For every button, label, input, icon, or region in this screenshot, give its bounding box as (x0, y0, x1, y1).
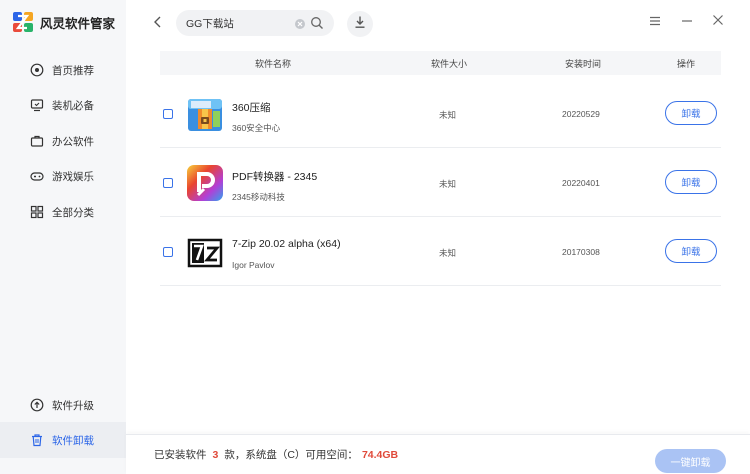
column-header-name: 软件名称 (255, 59, 292, 69)
sidebar-item-games[interactable]: 游戏娱乐 (0, 158, 126, 194)
back-button[interactable] (150, 14, 166, 34)
close-icon (712, 13, 724, 31)
app-publisher: Igor Pavlov (232, 260, 275, 270)
sidebar-item-upgrade[interactable]: 软件升级 (0, 387, 126, 423)
grid-icon (30, 205, 44, 219)
sidebar-item-essentials[interactable]: 装机必备 (0, 87, 126, 123)
app-publisher: 360安全中心 (232, 123, 281, 133)
sidebar-item-label: 软件卸载 (52, 434, 94, 447)
app-size: 未知 (439, 179, 457, 189)
app-name: 7-Zip 20.02 alpha (x64) (232, 238, 341, 250)
sidebar-item-all-categories[interactable]: 全部分类 (0, 194, 126, 230)
close-button[interactable] (711, 15, 725, 29)
column-header-date: 安装时间 (565, 59, 602, 69)
column-header-action: 操作 (677, 59, 696, 69)
column-header-size: 软件大小 (431, 59, 468, 69)
table-row: PDF转换器 - 2345 2345移动科技 未知 20220401 卸载 (160, 149, 721, 217)
uninstall-all-button[interactable]: 一键卸载 (655, 449, 726, 473)
briefcase-icon (30, 134, 44, 148)
chevron-left-icon (153, 15, 163, 33)
sidebar-item-label: 装机必备 (52, 99, 94, 112)
sidebar-item-label: 首页推荐 (52, 64, 94, 77)
uninstall-button[interactable]: 卸载 (665, 101, 717, 125)
search-icon[interactable] (310, 16, 324, 30)
clear-icon[interactable] (294, 17, 306, 29)
360zip-app-icon (186, 95, 224, 133)
uninstall-button[interactable]: 卸载 (665, 170, 717, 194)
sidebar-item-office[interactable]: 办公软件 (0, 123, 126, 159)
trash-icon (30, 433, 44, 447)
app-name: 360压缩 (232, 102, 271, 114)
search-box (176, 10, 334, 36)
download-icon (353, 15, 367, 34)
minimize-button[interactable] (680, 15, 694, 29)
status-footer: 已安装软件 3 款，系统盘（C）可用空间： 74.4GB 一键卸载 (126, 434, 750, 474)
row-checkbox[interactable] (163, 109, 173, 119)
minimize-icon (681, 13, 693, 31)
app-title: 风灵软件管家 (40, 16, 116, 31)
install-date: 20170308 (562, 247, 600, 257)
download-button[interactable] (347, 11, 373, 37)
search-input[interactable] (186, 17, 286, 29)
uninstall-button[interactable]: 卸载 (665, 239, 717, 263)
gamepad-icon (30, 169, 44, 183)
sidebar-item-label: 软件升级 (52, 399, 94, 412)
table-header: 软件名称 软件大小 安装时间 操作 (160, 51, 721, 75)
sidebar-item-label: 全部分类 (52, 206, 94, 219)
sidebar: 风灵软件管家 首页推荐 装机必备 办公软件 游戏娱乐 全部分类 软件升级 软件卸… (0, 0, 126, 474)
table-row: 360压缩 360安全中心 未知 20220529 卸载 (160, 80, 721, 148)
status-text: 已安装软件 3 款，系统盘（C）可用空间： 74.4GB (154, 447, 398, 462)
free-space-value: 74.4GB (361, 449, 399, 461)
sidebar-item-label: 游戏娱乐 (52, 170, 94, 183)
app-publisher: 2345移动科技 (232, 192, 285, 202)
row-checkbox[interactable] (163, 247, 173, 257)
monitor-icon (30, 98, 44, 112)
row-checkbox[interactable] (163, 178, 173, 188)
disk-space-label: 款，系统盘（C）可用空间： (224, 449, 358, 461)
sidebar-item-label: 办公软件 (52, 135, 94, 148)
app-name: PDF转换器 - 2345 (232, 171, 318, 183)
install-date: 20220401 (562, 178, 600, 188)
app-window: 风灵软件管家 首页推荐 装机必备 办公软件 游戏娱乐 全部分类 软件升级 软件卸… (0, 0, 750, 474)
sidebar-item-uninstall[interactable]: 软件卸载 (0, 422, 126, 458)
menu-button[interactable] (648, 15, 662, 29)
installed-count: 3 (212, 449, 219, 461)
sidebar-item-home[interactable]: 首页推荐 (0, 52, 126, 88)
app-logo-icon (12, 11, 34, 33)
pdf-converter-app-icon (186, 164, 224, 202)
home-icon (30, 63, 44, 77)
menu-icon (649, 13, 661, 31)
7zip-app-icon (186, 233, 224, 271)
install-date: 20220529 (562, 109, 600, 119)
brand: 风灵软件管家 (12, 11, 115, 33)
upgrade-icon (30, 398, 44, 412)
app-size: 未知 (439, 110, 457, 120)
app-size: 未知 (439, 248, 457, 258)
installed-label: 已安装软件 (154, 449, 207, 461)
table-row: 7-Zip 20.02 alpha (x64) Igor Pavlov 未知 2… (160, 218, 721, 286)
